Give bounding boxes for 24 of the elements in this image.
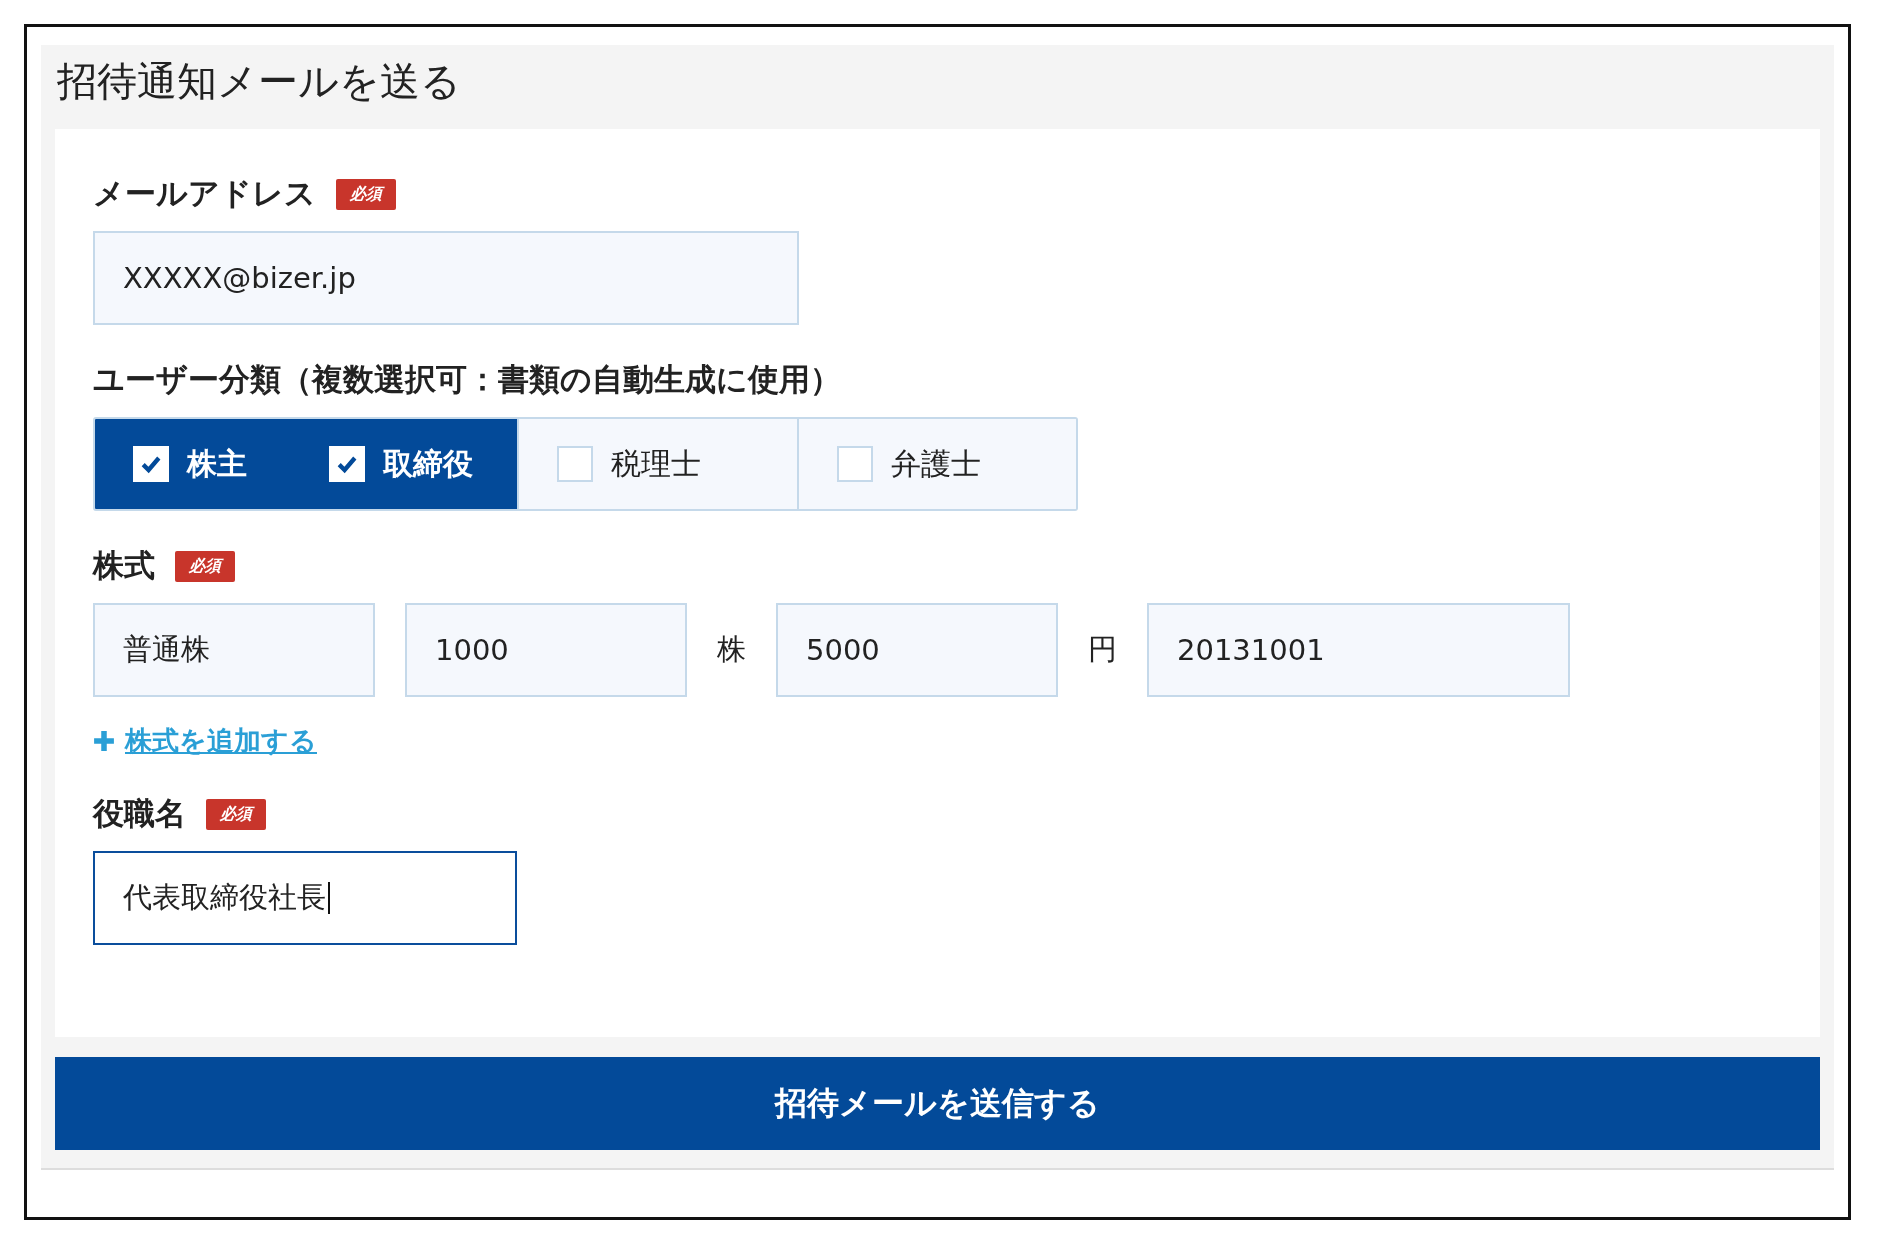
stock-field[interactable]: 普通株	[93, 603, 375, 697]
plus-icon[interactable]	[93, 730, 115, 752]
stock-field[interactable]: 20131001	[1147, 603, 1570, 697]
category-option[interactable]: 弁護士	[796, 419, 1076, 509]
field-label: メールアドレス	[93, 174, 316, 213]
category-option[interactable]: 株主	[95, 419, 291, 509]
checkbox[interactable]	[557, 446, 593, 482]
field-label: 役職名	[93, 794, 186, 833]
send-invite-button[interactable]: 招待メールを送信する	[55, 1057, 1820, 1150]
required-badge: 必須	[336, 178, 396, 210]
field-label: 株式	[93, 546, 155, 585]
email-field[interactable]: XXXXX@bizer.jp	[93, 231, 799, 325]
category-option[interactable]: 税理士	[517, 419, 797, 509]
required-badge: 必須	[206, 798, 266, 830]
position-field[interactable]: 代表取締役社長	[93, 851, 517, 945]
stock-field[interactable]: 1000	[405, 603, 687, 697]
unit-label: 円	[1088, 631, 1117, 668]
category-option[interactable]: 取締役	[291, 419, 517, 509]
field-label: ユーザー分類（複数選択可：書類の自動生成に使用）	[93, 360, 841, 399]
form-title: 招待通知メールを送る	[56, 57, 462, 106]
required-badge: 必須	[175, 550, 235, 582]
stock-field[interactable]: 5000	[776, 603, 1058, 697]
unit-label: 株	[717, 631, 746, 668]
checkbox[interactable]	[836, 446, 873, 482]
